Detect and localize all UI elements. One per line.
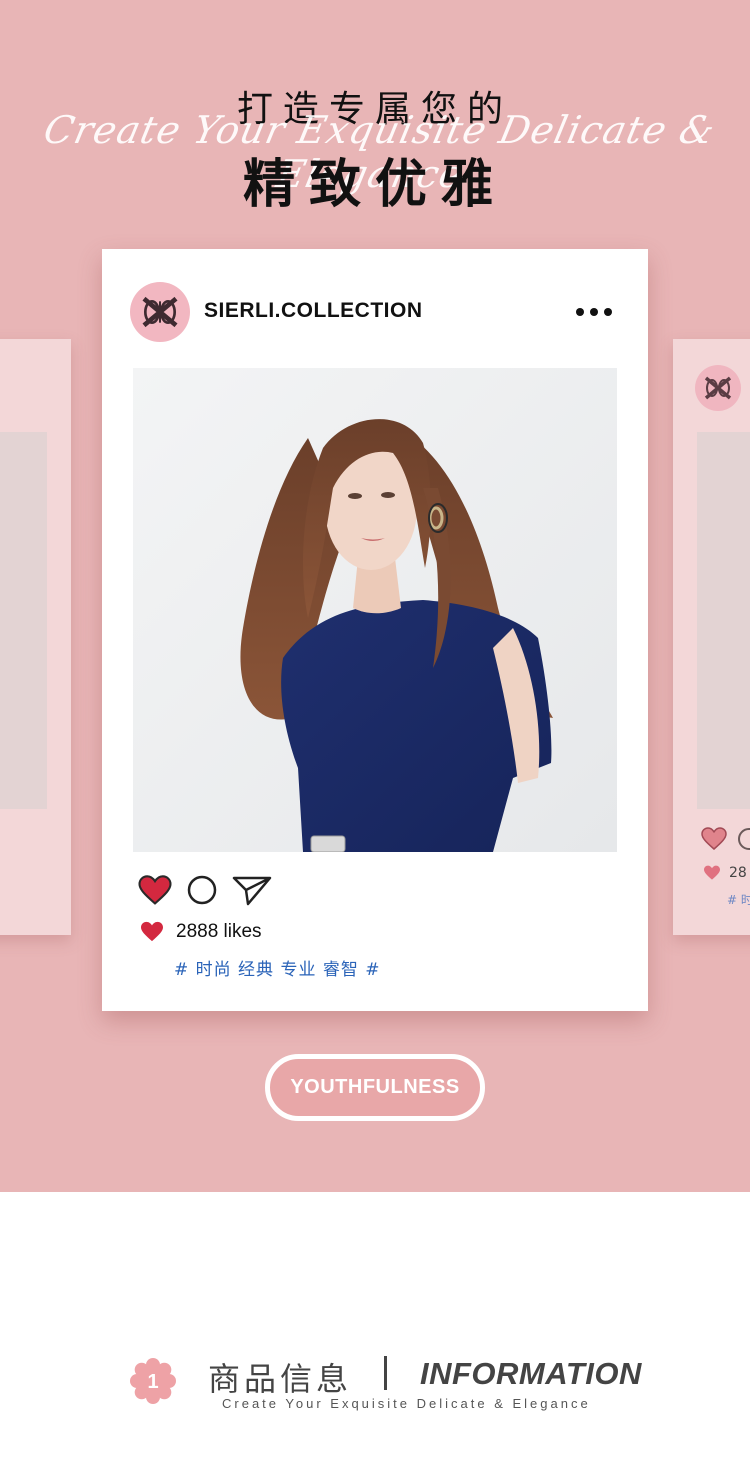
headline-main: 精致优雅	[242, 155, 507, 215]
side-card-left[interactable]	[0, 339, 71, 935]
hero-section: 打造专属您的 Create Your Exquisite Delicate & …	[0, 0, 750, 1192]
info-section-header: 1 商品信息 INFORMATION Create Your Exquisite…	[0, 1330, 750, 1430]
youthfulness-badge[interactable]: YOUTHFULNESS	[265, 1054, 485, 1121]
side-card-right[interactable]: 28 # 时	[673, 339, 750, 935]
badge-label: YOUTHFULNESS	[290, 1076, 460, 1098]
heart-icon	[141, 921, 163, 942]
flower-number-icon: 1	[130, 1358, 176, 1404]
divider	[384, 1356, 387, 1390]
section-number: 1	[147, 1371, 158, 1393]
account-name[interactable]: SIERLI.COLLECTION	[204, 299, 423, 323]
section-title-cn: 商品信息	[208, 1360, 353, 1398]
side-action-row	[701, 827, 750, 851]
logo-icon[interactable]	[130, 282, 190, 342]
share-icon[interactable]	[232, 874, 272, 906]
comment-icon[interactable]	[186, 874, 218, 906]
section-title-en: INFORMATION	[420, 1356, 642, 1391]
side-hashtags: # 时	[727, 893, 750, 907]
side-likes-text: 28	[729, 865, 747, 881]
heart-icon	[704, 865, 720, 880]
post-action-row	[138, 874, 272, 906]
post-card: SIERLI.COLLECTION 2888 likes # 时尚 经典 专业 …	[102, 249, 648, 1011]
hashtags[interactable]: # 时尚 经典 专业 睿智 #	[174, 955, 381, 980]
likes-count[interactable]: 2888 likes	[176, 921, 262, 943]
logo-icon	[695, 365, 741, 411]
side-card-image	[0, 432, 47, 809]
heart-icon[interactable]	[138, 874, 172, 906]
more-icon[interactable]	[576, 305, 616, 319]
side-card-image	[697, 432, 750, 809]
post-photo	[133, 368, 617, 852]
side-likes-row: 28	[703, 865, 747, 881]
section-subtitle: Create Your Exquisite Delicate & Eleganc…	[222, 1396, 591, 1411]
likes-row: 2888 likes	[140, 921, 262, 943]
comment-icon[interactable]	[737, 827, 750, 851]
heart-icon[interactable]	[701, 827, 727, 851]
